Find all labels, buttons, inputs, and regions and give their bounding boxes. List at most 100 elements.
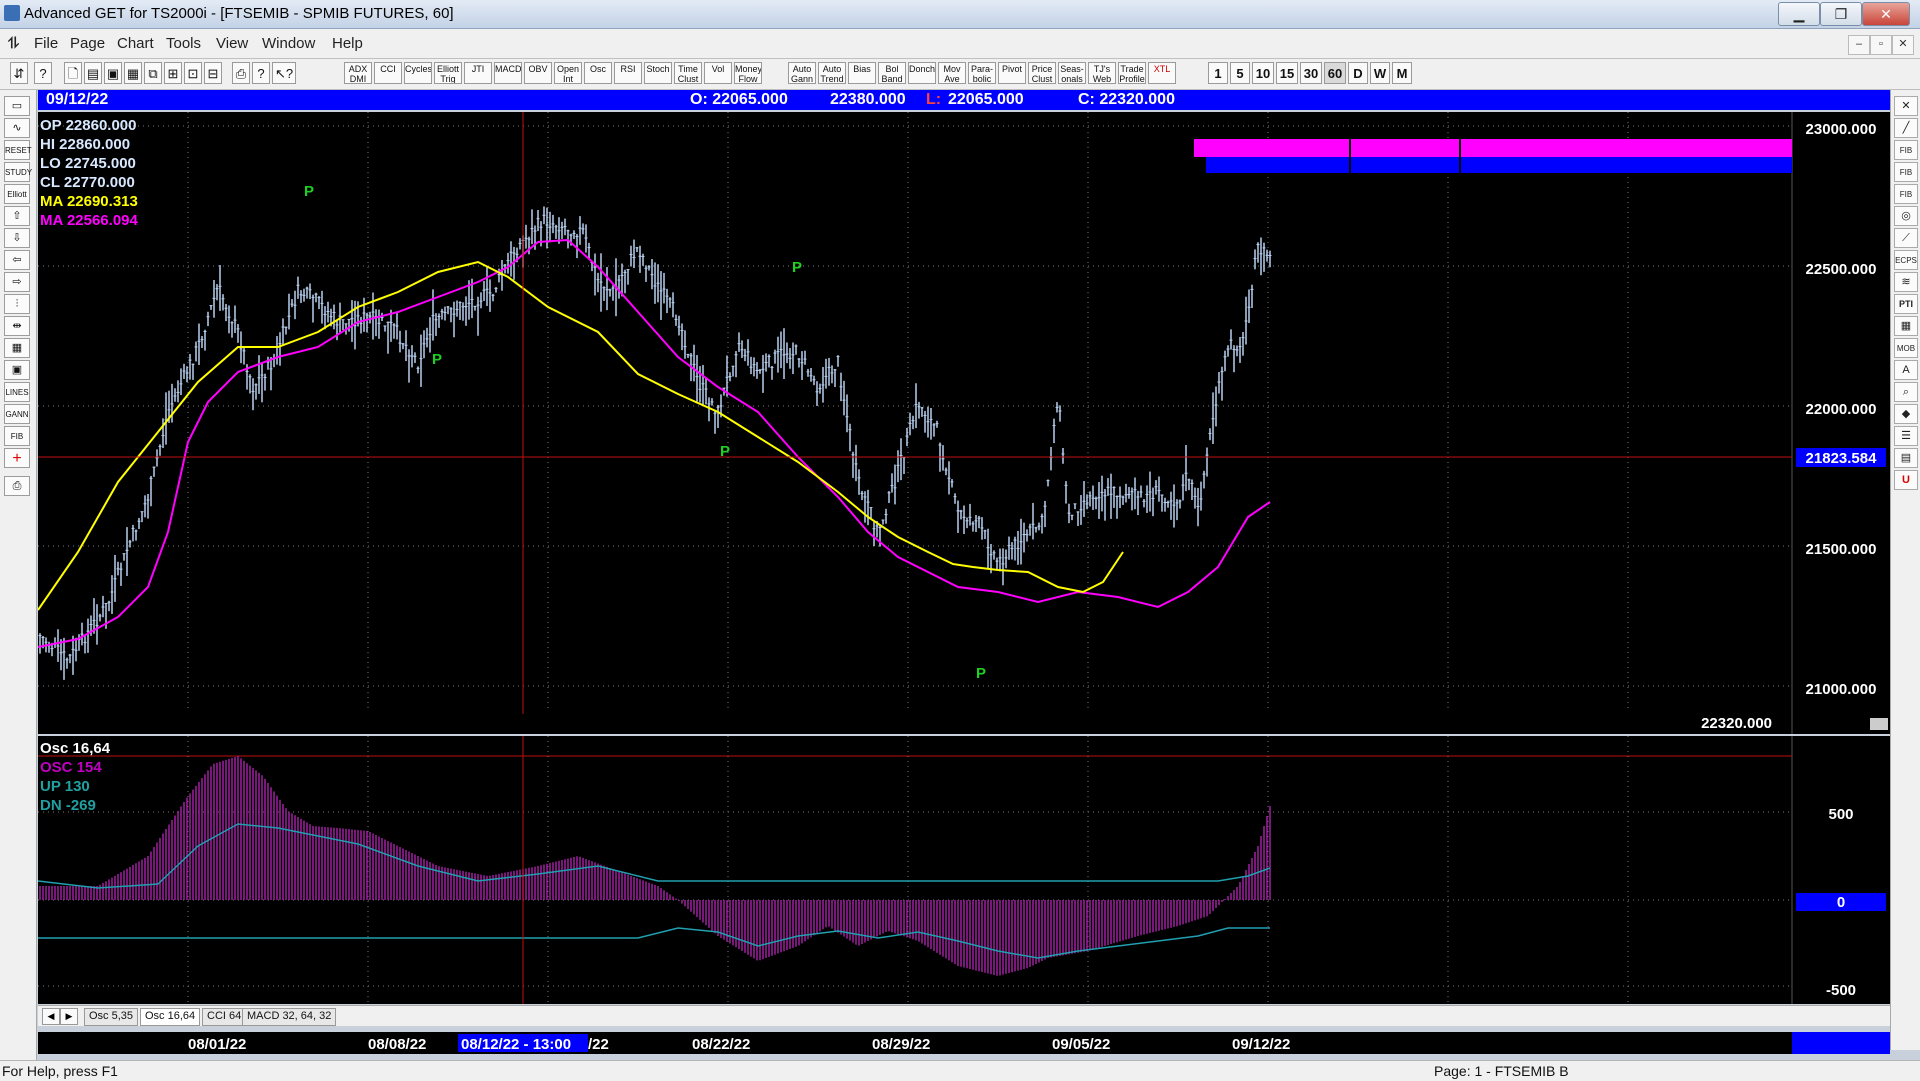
arrow-left-icon[interactable]: ⇦ [4, 250, 30, 270]
grid-icon[interactable]: ▦ [4, 338, 30, 358]
study-timeclust-button[interactable]: Time Clust [674, 62, 702, 84]
tab-macd[interactable]: MACD 32, 64, 32 [242, 1008, 337, 1026]
oscillator-chart[interactable]: 500 0 -500 Osc 16,64 OSC 154 UP 130 DN -… [37, 736, 1890, 1004]
study-rsi-button[interactable]: RSI [614, 62, 642, 84]
spiral-icon[interactable]: ◎ [1894, 206, 1918, 226]
minimize-button[interactable]: ▁ [1778, 2, 1820, 26]
study-stoch-button[interactable]: Stoch [644, 62, 672, 84]
period-5-button[interactable]: 5 [1230, 62, 1250, 84]
zoom-icon[interactable]: ⇹ [4, 316, 30, 336]
eraser-icon[interactable]: ◆ [1894, 404, 1918, 424]
price-chart-panel[interactable]: 21823.584 23000.000 22500.000 22000.000 … [37, 112, 1890, 734]
tab-osc-5-35[interactable]: Osc 5,35 [84, 1008, 139, 1026]
fib-ext-icon[interactable]: FIB EXT [1894, 162, 1918, 196]
fib-icon[interactable]: FIB [4, 426, 30, 446]
menu-chart[interactable]: Chart [117, 35, 154, 52]
print-icon[interactable]: ⎙ [4, 476, 30, 496]
mdi-icon[interactable]: ⥮ [8, 35, 19, 52]
calc-icon[interactable]: ▤ [1894, 448, 1918, 468]
study-jti-button[interactable]: JTI [464, 62, 492, 84]
period-d-button[interactable]: D [1348, 62, 1368, 84]
grid-icon[interactable]: ⊟ [204, 62, 222, 84]
period-w-button[interactable]: W [1370, 62, 1390, 84]
wave-icon[interactable]: ∿ [4, 118, 30, 138]
study-pivot-button[interactable]: Pivot [998, 62, 1026, 84]
period-60-button[interactable]: 60 [1324, 62, 1346, 84]
study-openint-button[interactable]: Open Int [554, 62, 582, 84]
pointer-icon[interactable]: ⇵ [10, 62, 28, 84]
arrow-up-icon[interactable]: ⇧ [4, 206, 30, 226]
period-15-button[interactable]: 15 [1276, 62, 1298, 84]
study-osc-button[interactable]: Osc [584, 62, 612, 84]
copy-icon[interactable]: ⧉ [144, 62, 162, 84]
tab-scroll-left-icon[interactable]: ◀ [42, 1008, 60, 1025]
tile-icon[interactable]: ⊞ [164, 62, 182, 84]
lines-icon[interactable]: LINES [4, 382, 30, 402]
study-moneyflow-button[interactable]: Money Flow [734, 62, 762, 84]
pti-icon[interactable]: PTI [1894, 294, 1918, 314]
period-m-button[interactable]: M [1392, 62, 1412, 84]
tab-scroll-right-icon[interactable]: ▶ [60, 1008, 78, 1025]
study-movave-button[interactable]: Mov Ave [938, 62, 966, 84]
fib-time-icon[interactable]: FIB TIME [1894, 184, 1918, 218]
study-donch-button[interactable]: Donch [908, 62, 936, 84]
study-bias-button[interactable]: Bias [848, 62, 876, 84]
study-adx-button[interactable]: ADX DMI [344, 62, 372, 84]
maximize-button[interactable]: ❐ [1820, 2, 1862, 26]
print-icon[interactable]: ⎙ [232, 62, 250, 84]
menu-view[interactable]: View [216, 35, 248, 52]
study-parabolic-button[interactable]: Para-bolic [968, 62, 996, 84]
table-icon[interactable]: ▦ [1894, 316, 1918, 336]
arrow-down-icon[interactable]: ⇩ [4, 228, 30, 248]
study-seasonals-button[interactable]: Seas-onals [1058, 62, 1086, 84]
study-icon[interactable]: STUDY [4, 162, 32, 182]
mdi-close-button[interactable]: ✕ [1892, 35, 1914, 55]
study-cycles-button[interactable]: Cycles [404, 62, 432, 84]
open-file-icon[interactable]: ▤ [84, 62, 102, 84]
text-tool-icon[interactable]: A [1894, 360, 1918, 380]
new-file-icon[interactable]: 🗋 [64, 62, 82, 84]
study-autogann-button[interactable]: Auto Gann [788, 62, 816, 84]
study-tradeprofile-button[interactable]: Trade Profile [1118, 62, 1146, 84]
study-tjweb-button[interactable]: TJ's Web [1088, 62, 1116, 84]
period-10-button[interactable]: 10 [1252, 62, 1274, 84]
context-help-icon[interactable]: ↖? [272, 62, 296, 84]
oscillator-panel[interactable]: 500 0 -500 Osc 16,64 OSC 154 UP 130 DN -… [37, 736, 1890, 1004]
help-pointer-icon[interactable]: ? [34, 62, 52, 84]
list-icon[interactable]: ☰ [1894, 426, 1918, 446]
reset-icon[interactable]: RESET [4, 140, 32, 160]
menu-tools[interactable]: Tools [166, 35, 201, 52]
line-tool-icon[interactable]: ╱ [1894, 118, 1918, 138]
study-bolband-button[interactable]: Bol Band [878, 62, 906, 84]
save-icon[interactable]: ▣ [104, 62, 122, 84]
study-cci-button[interactable]: CCI [374, 62, 402, 84]
study-macd-button[interactable]: MACD [494, 62, 522, 84]
crosshair-icon[interactable]: + [4, 448, 30, 468]
cascade-icon[interactable]: ⊡ [184, 62, 202, 84]
magnify-icon[interactable]: ⌕ [1894, 382, 1918, 402]
study-priceclust-button[interactable]: Price Clust [1028, 62, 1056, 84]
fib-ret-icon[interactable]: FIB RET [1894, 140, 1918, 174]
channel-icon[interactable]: ≋ [1894, 272, 1918, 292]
fan-icon[interactable]: ⟋ [1894, 228, 1918, 248]
panel-resize-icon[interactable] [1870, 718, 1888, 730]
tab-osc-16-64[interactable]: Osc 16,64 [140, 1008, 201, 1026]
period-30-button[interactable]: 30 [1300, 62, 1322, 84]
arrow-right-icon[interactable]: ⇨ [4, 272, 30, 292]
chart-icon[interactable]: ▦ [124, 62, 142, 84]
window-icon[interactable]: ▣ [4, 360, 30, 380]
ecps-icon[interactable]: ECPS [1894, 250, 1918, 270]
mdi-restore-button[interactable]: ▫ [1870, 35, 1892, 55]
undo-icon[interactable]: U [1894, 470, 1918, 490]
study-autotrend-button[interactable]: Auto Trend [818, 62, 846, 84]
open-chart-icon[interactable]: ▭ [4, 96, 30, 116]
menu-help[interactable]: Help [332, 35, 363, 52]
price-chart[interactable]: 21823.584 23000.000 22500.000 22000.000 … [37, 112, 1890, 734]
period-1-button[interactable]: 1 [1208, 62, 1228, 84]
tab-cci-64[interactable]: CCI 64 [202, 1008, 247, 1026]
elliott-icon[interactable]: Elliott [4, 184, 30, 204]
study-vol-button[interactable]: Vol [704, 62, 732, 84]
help-icon[interactable]: ? [252, 62, 270, 84]
study-xtl-button[interactable]: XTL [1148, 62, 1176, 84]
mob-icon[interactable]: MOB [1894, 338, 1918, 358]
